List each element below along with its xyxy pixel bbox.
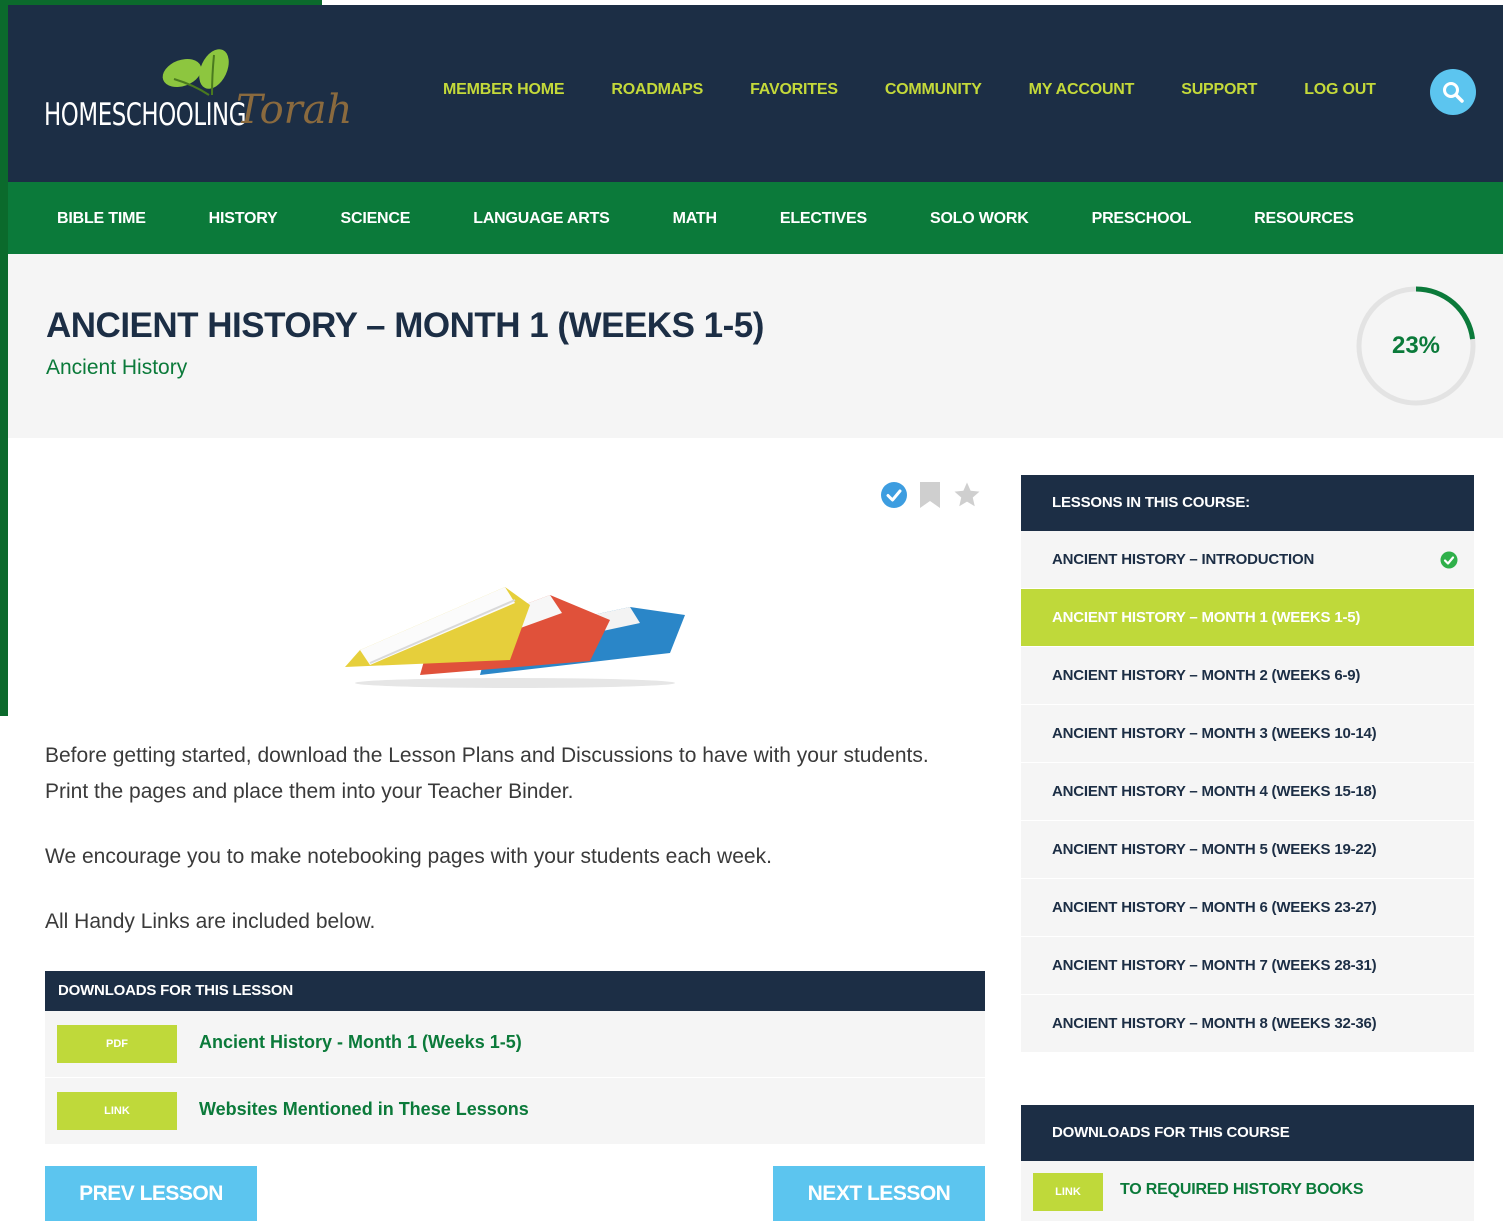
- search-button[interactable]: [1430, 69, 1476, 115]
- nav-community[interactable]: COMMUNITY: [885, 81, 982, 99]
- notebooking-paragraph: We encourage you to make notebooking pag…: [45, 845, 772, 868]
- subnav-science[interactable]: SCIENCE: [341, 210, 411, 228]
- lesson-item-label: ANCIENT HISTORY – MONTH 4 (WEEKS 15-18): [1052, 783, 1377, 800]
- lesson-item-label: ANCIENT HISTORY – MONTH 3 (WEEKS 10-14): [1052, 725, 1377, 742]
- subnav-preschool[interactable]: PRESCHOOL: [1092, 210, 1192, 228]
- prev-lesson-button[interactable]: PREV LESSON: [45, 1166, 257, 1221]
- nav-roadmaps[interactable]: ROADMAPS: [611, 81, 703, 99]
- subnav-history[interactable]: HISTORY: [209, 210, 278, 228]
- download-row: PDF Ancient History - Month 1 (Weeks 1-5…: [45, 1011, 985, 1078]
- lesson-downloads: DOWNLOADS FOR THIS LESSON PDF Ancient Hi…: [45, 971, 985, 1145]
- lesson-item-month-5[interactable]: ANCIENT HISTORY – MONTH 5 (WEEKS 19-22): [1021, 821, 1474, 879]
- subnav-solo-work[interactable]: SOLO WORK: [930, 210, 1029, 228]
- lesson-item-label: ANCIENT HISTORY – MONTH 6 (WEEKS 23-27): [1052, 899, 1377, 916]
- lesson-item-label: ANCIENT HISTORY – MONTH 8 (WEEKS 32-36): [1052, 1015, 1377, 1032]
- subnav-bible-time[interactable]: BIBLE TIME: [57, 210, 146, 228]
- nav-favorites[interactable]: FAVORITES: [750, 81, 838, 99]
- lesson-downloads-header: DOWNLOADS FOR THIS LESSON: [45, 971, 985, 1011]
- site-header: HOMESCHOOLING Torah MEMBER HOME ROADMAPS…: [8, 5, 1503, 182]
- site-logo[interactable]: HOMESCHOOLING Torah: [44, 45, 354, 155]
- lesson-item-label: ANCIENT HISTORY – MONTH 2 (WEEKS 6-9): [1052, 667, 1361, 684]
- subject-navigation: BIBLE TIME HISTORY SCIENCE LANGUAGE ARTS…: [8, 182, 1503, 254]
- course-progress-ring: 23%: [1354, 284, 1478, 408]
- lesson-actions: [880, 480, 982, 510]
- lesson-item-month-6[interactable]: ANCIENT HISTORY – MONTH 6 (WEEKS 23-27): [1021, 879, 1474, 937]
- left-accent-bar: [0, 0, 8, 716]
- pdf-badge: PDF: [57, 1025, 177, 1063]
- course-downloads: DOWNLOADS FOR THIS COURSE LINK TO REQUIR…: [1021, 1105, 1474, 1221]
- download-link-pdf[interactable]: Ancient History - Month 1 (Weeks 1-5): [199, 1032, 522, 1053]
- nav-member-home[interactable]: MEMBER HOME: [443, 81, 565, 99]
- logo-script-text: Torah: [236, 87, 353, 133]
- handy-links-paragraph: All Handy Links are included below.: [45, 910, 376, 933]
- logo-text: HOMESCHOOLING: [44, 97, 247, 133]
- page-title-band: ANCIENT HISTORY – MONTH 1 (WEEKS 1-5) An…: [8, 254, 1503, 438]
- subnav-resources[interactable]: RESOURCES: [1254, 210, 1354, 228]
- lesson-item-label: ANCIENT HISTORY – INTRODUCTION: [1052, 551, 1315, 568]
- check-circle-icon[interactable]: [880, 481, 908, 509]
- lesson-item-month-3[interactable]: ANCIENT HISTORY – MONTH 3 (WEEKS 10-14): [1021, 705, 1474, 763]
- progress-percent: 23%: [1391, 332, 1441, 359]
- download-row: LINK Websites Mentioned in These Lessons: [45, 1078, 985, 1145]
- top-navigation: MEMBER HOME ROADMAPS FAVORITES COMMUNITY…: [443, 81, 1423, 99]
- page-title: ANCIENT HISTORY – MONTH 1 (WEEKS 1-5): [46, 306, 764, 345]
- lesson-item-month-7[interactable]: ANCIENT HISTORY – MONTH 7 (WEEKS 28-31): [1021, 937, 1474, 995]
- lesson-item-label: ANCIENT HISTORY – MONTH 7 (WEEKS 28-31): [1052, 957, 1377, 974]
- lesson-item-month-1[interactable]: ANCIENT HISTORY – MONTH 1 (WEEKS 1-5): [1021, 589, 1474, 647]
- lesson-item-month-2[interactable]: ANCIENT HISTORY – MONTH 2 (WEEKS 6-9): [1021, 647, 1474, 705]
- lesson-item-label: ANCIENT HISTORY – MONTH 5 (WEEKS 19-22): [1052, 841, 1377, 858]
- lessons-sidebar-header: LESSONS IN THIS COURSE:: [1021, 475, 1474, 531]
- course-downloads-header: DOWNLOADS FOR THIS COURSE: [1021, 1105, 1474, 1161]
- lesson-item-month-4[interactable]: ANCIENT HISTORY – MONTH 4 (WEEKS 15-18): [1021, 763, 1474, 821]
- binders-image: [345, 587, 685, 688]
- nav-log-out[interactable]: LOG OUT: [1304, 81, 1376, 99]
- lesson-item-month-8[interactable]: ANCIENT HISTORY – MONTH 8 (WEEKS 32-36): [1021, 995, 1474, 1053]
- lesson-item-label: ANCIENT HISTORY – MONTH 1 (WEEKS 1-5): [1052, 609, 1361, 626]
- subnav-electives[interactable]: ELECTIVES: [780, 210, 867, 228]
- bookmark-icon[interactable]: [918, 481, 942, 509]
- intro-paragraph: Before getting started, download the Les…: [45, 744, 929, 803]
- link-badge: LINK: [1033, 1173, 1103, 1211]
- nav-my-account[interactable]: MY ACCOUNT: [1029, 81, 1135, 99]
- link-badge: LINK: [57, 1092, 177, 1130]
- required-books-link[interactable]: TO REQUIRED HISTORY BOOKS: [1120, 1181, 1364, 1199]
- lesson-item-introduction[interactable]: ANCIENT HISTORY – INTRODUCTION: [1021, 531, 1474, 589]
- subnav-math[interactable]: MATH: [673, 210, 717, 228]
- nav-support[interactable]: SUPPORT: [1181, 81, 1257, 99]
- next-lesson-button[interactable]: NEXT LESSON: [773, 1166, 985, 1221]
- lessons-sidebar: LESSONS IN THIS COURSE: ANCIENT HISTORY …: [1021, 475, 1474, 1053]
- course-link[interactable]: Ancient History: [46, 356, 187, 380]
- download-link-websites[interactable]: Websites Mentioned in These Lessons: [199, 1099, 529, 1120]
- completed-check-icon: [1440, 551, 1458, 569]
- star-icon[interactable]: [952, 480, 982, 510]
- search-icon: [1443, 82, 1464, 103]
- course-download-row: LINK TO REQUIRED HISTORY BOOKS: [1021, 1161, 1474, 1221]
- subnav-language-arts[interactable]: LANGUAGE ARTS: [473, 210, 610, 228]
